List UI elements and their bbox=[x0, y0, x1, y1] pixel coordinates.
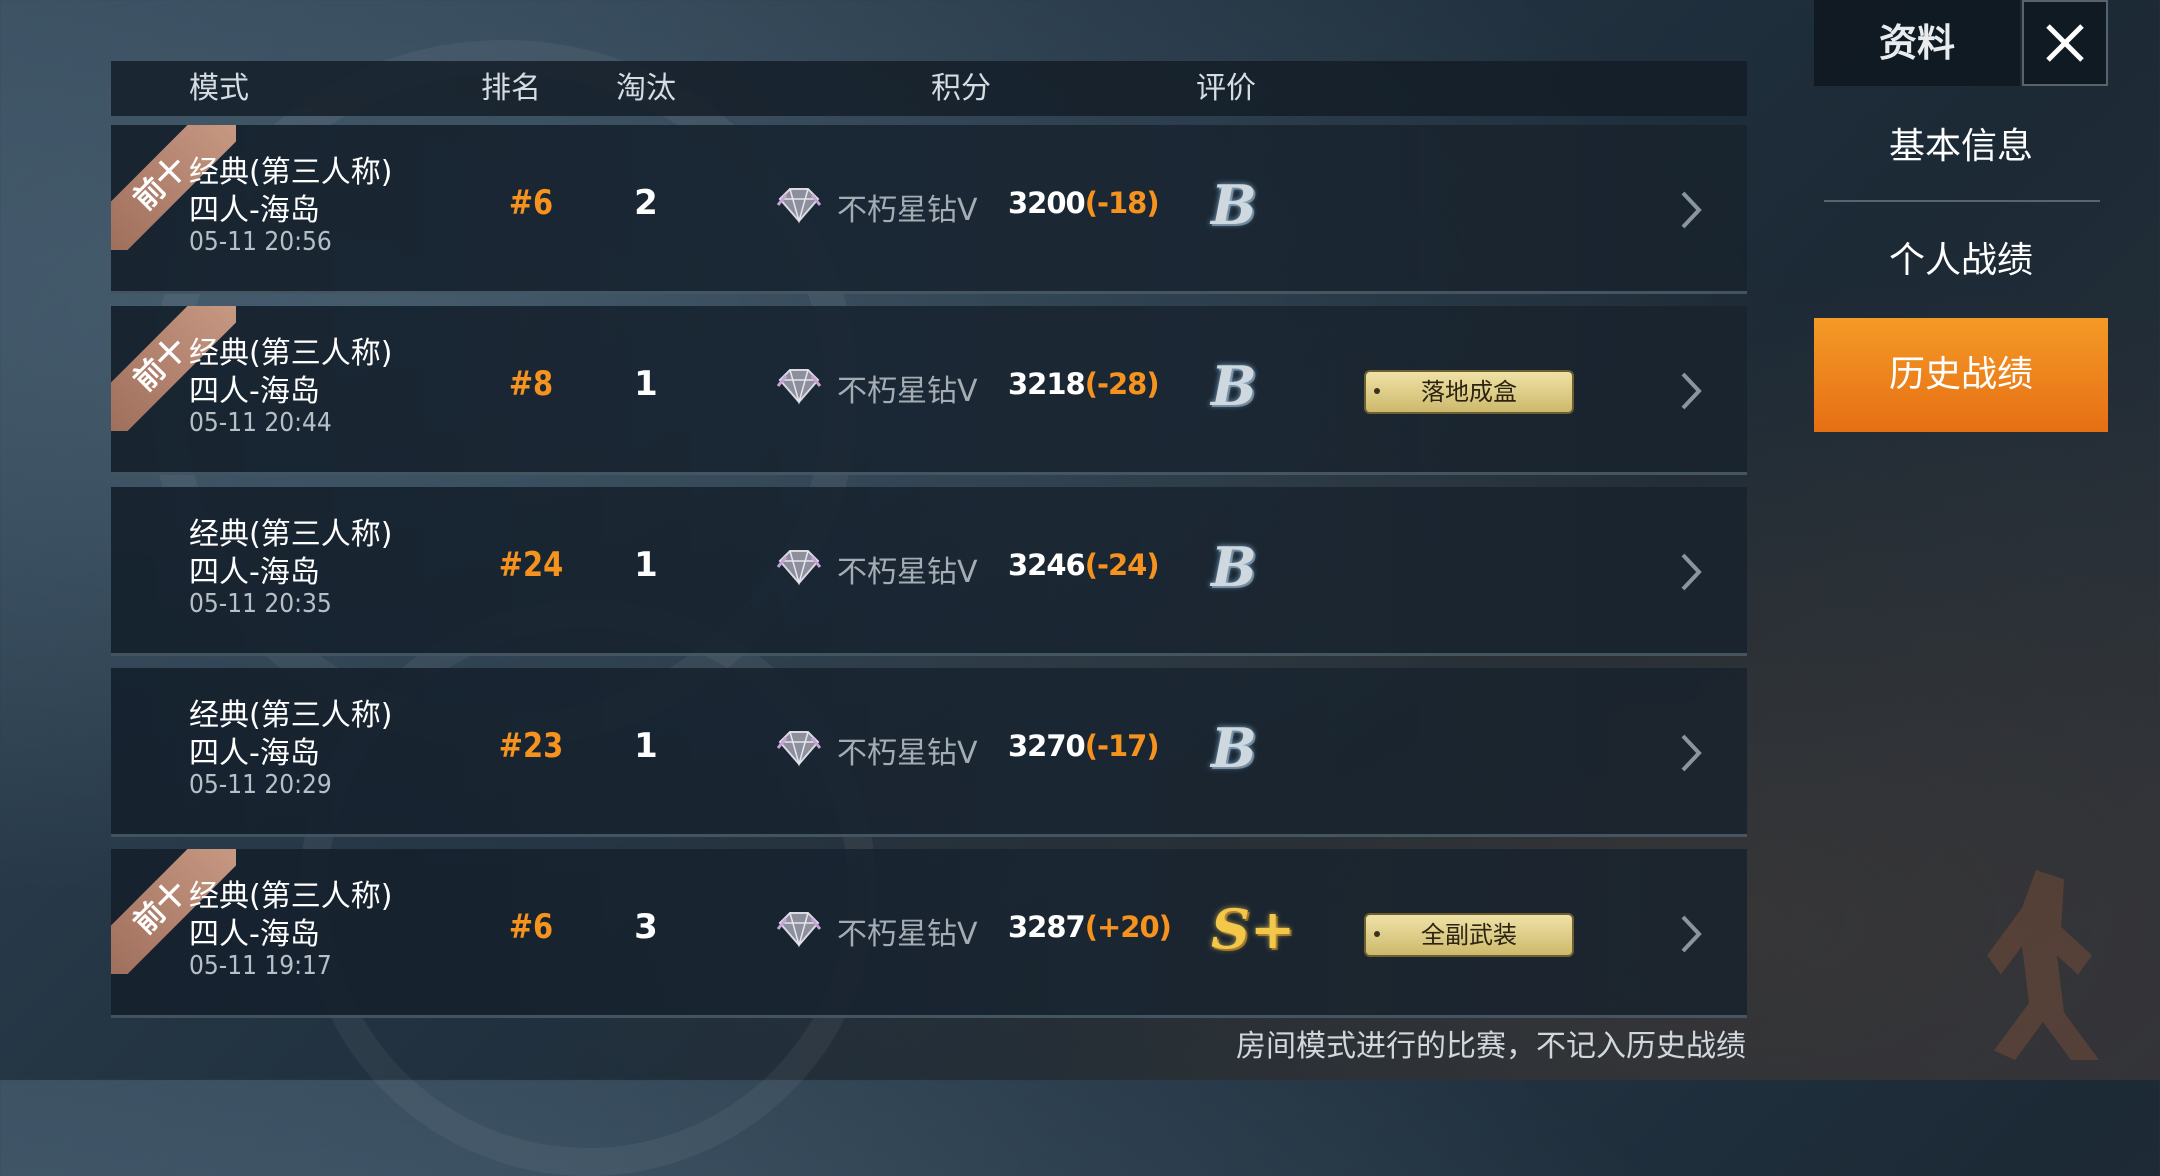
table-row[interactable]: 前十 经典(第三人称) 四人-海岛 05-11 20:56 #6 2 不朽星钻Ⅴ 3200(-… bbox=[111, 125, 1747, 294]
rank-value: #6 bbox=[508, 183, 554, 223]
mode-map: 四人-海岛 bbox=[189, 917, 320, 952]
score-points: 3218 bbox=[1008, 367, 1086, 401]
table-row[interactable]: 前十 经典(第三人称) 四人-海岛 05-11 19:17 #6 3 不朽星钻Ⅴ 3287(+… bbox=[111, 849, 1747, 1018]
mode-map: 四人-海岛 bbox=[189, 374, 320, 409]
close-button[interactable] bbox=[2022, 0, 2108, 86]
sidebar: 资料 基本信息 个人战绩 历史战绩 bbox=[1814, 0, 2160, 1080]
rank-value: #23 bbox=[498, 726, 564, 766]
sidebar-item-personal-record[interactable]: 个人战绩 bbox=[1814, 206, 2108, 316]
score-points: 3200 bbox=[1008, 186, 1086, 220]
mode-map: 四人-海岛 bbox=[189, 736, 320, 771]
chevron-right-icon[interactable] bbox=[1671, 366, 1711, 416]
score-value: 3200(-18) bbox=[1008, 186, 1160, 220]
score-delta: (-28) bbox=[1084, 367, 1160, 401]
grade-rating: S+ bbox=[1211, 897, 1296, 961]
divider bbox=[1824, 200, 2100, 202]
footnote: 房间模式进行的比赛，不记入历史战绩 bbox=[1236, 1029, 1746, 1064]
tier-name: 不朽星钻Ⅴ bbox=[837, 917, 978, 952]
chevron-right-icon[interactable] bbox=[1671, 728, 1711, 778]
match-time: 05-11 20:56 bbox=[189, 227, 332, 257]
table-header: 模式 排名 淘汰 积分 评价 bbox=[111, 61, 1747, 116]
header-eliminations: 淘汰 bbox=[616, 71, 676, 106]
header-rating: 评价 bbox=[1196, 71, 1256, 106]
match-time: 05-11 20:44 bbox=[189, 408, 332, 438]
score-points: 3287 bbox=[1008, 910, 1086, 944]
tier-name: 不朽星钻Ⅴ bbox=[837, 374, 978, 409]
score-delta: (+20) bbox=[1084, 910, 1172, 944]
eliminations-value: 1 bbox=[634, 364, 658, 404]
score-value: 3246(-24) bbox=[1008, 548, 1160, 582]
table-row[interactable]: 经典(第三人称) 四人-海岛 05-11 20:29 #23 1 不朽星钻Ⅴ 3270(-1… bbox=[111, 668, 1747, 837]
tier-name: 不朽星钻Ⅴ bbox=[837, 193, 978, 228]
sidebar-item-basic-info[interactable]: 基本信息 bbox=[1814, 92, 2108, 202]
score-delta: (-18) bbox=[1084, 186, 1160, 220]
achievement-badge: 落地成盒 bbox=[1364, 370, 1574, 414]
eliminations-value: 1 bbox=[634, 545, 658, 585]
tier-diamond-icon bbox=[776, 731, 822, 767]
grade-rating: B bbox=[1211, 354, 1257, 418]
score-delta: (-17) bbox=[1084, 729, 1160, 763]
close-icon bbox=[2046, 24, 2084, 62]
grade-rating: B bbox=[1211, 535, 1257, 599]
tier-diamond-icon bbox=[776, 188, 822, 224]
match-time: 05-11 20:29 bbox=[189, 770, 332, 800]
sidebar-title: 资料 bbox=[1814, 0, 2020, 86]
mode-map: 四人-海岛 bbox=[189, 193, 320, 228]
match-history-table: 模式 排名 淘汰 积分 评价 前十 经典(第三人称) 四人-海岛 05-11 20:5… bbox=[111, 61, 1747, 1018]
tier-diamond-icon bbox=[776, 912, 822, 948]
eliminations-value: 2 bbox=[634, 183, 658, 223]
table-row[interactable]: 经典(第三人称) 四人-海岛 05-11 20:35 #24 1 不朽星钻Ⅴ 3246(-2… bbox=[111, 487, 1747, 656]
achievement-badge: 全副武装 bbox=[1364, 913, 1574, 957]
header-score: 积分 bbox=[931, 71, 991, 106]
score-points: 3270 bbox=[1008, 729, 1086, 763]
match-time: 05-11 20:35 bbox=[189, 589, 332, 619]
tier-diamond-icon bbox=[776, 550, 822, 586]
eliminations-value: 3 bbox=[634, 907, 658, 947]
score-value: 3287(+20) bbox=[1008, 910, 1172, 944]
score-points: 3246 bbox=[1008, 548, 1086, 582]
chevron-right-icon[interactable] bbox=[1671, 185, 1711, 235]
score-value: 3270(-17) bbox=[1008, 729, 1160, 763]
sidebar-item-history-record[interactable]: 历史战绩 bbox=[1814, 318, 2108, 432]
tier-name: 不朽星钻Ⅴ bbox=[837, 736, 978, 771]
grade-rating: B bbox=[1211, 716, 1257, 780]
score-delta: (-24) bbox=[1084, 548, 1160, 582]
chevron-right-icon[interactable] bbox=[1671, 547, 1711, 597]
rank-value: #6 bbox=[508, 907, 554, 947]
match-time: 05-11 19:17 bbox=[189, 951, 332, 981]
score-value: 3218(-28) bbox=[1008, 367, 1160, 401]
table-row[interactable]: 前十 经典(第三人称) 四人-海岛 05-11 20:44 #8 1 不朽星钻Ⅴ 3218(-… bbox=[111, 306, 1747, 475]
eliminations-value: 1 bbox=[634, 726, 658, 766]
rank-value: #8 bbox=[508, 364, 554, 404]
header-mode: 模式 bbox=[189, 71, 249, 106]
chevron-right-icon[interactable] bbox=[1671, 909, 1711, 959]
rank-value: #24 bbox=[498, 545, 564, 585]
header-rank: 排名 bbox=[481, 71, 541, 106]
grade-rating: B bbox=[1211, 173, 1257, 237]
tier-name: 不朽星钻Ⅴ bbox=[837, 555, 978, 590]
mode-map: 四人-海岛 bbox=[189, 555, 320, 590]
tier-diamond-icon bbox=[776, 369, 822, 405]
